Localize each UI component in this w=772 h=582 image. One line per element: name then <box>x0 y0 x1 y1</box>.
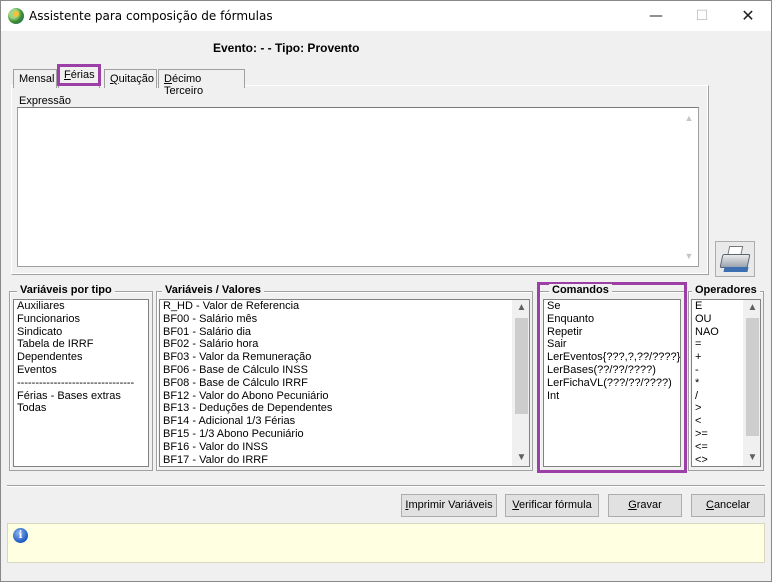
list-item[interactable]: BF14 - Adicional 1/3 Férias <box>160 415 529 428</box>
expression-label: Expressão <box>19 95 71 107</box>
variables-by-type-panel: Variáveis por tipo Auxiliares Funcionari… <box>9 284 153 471</box>
list-item[interactable]: Funcionarios <box>14 313 148 326</box>
list-item[interactable]: R_HD - Valor de Referencia <box>160 300 529 313</box>
chevron-down-icon[interactable]: ▼ <box>513 450 529 466</box>
tab-ferias[interactable]: Férias <box>57 64 101 88</box>
expression-scrollbar[interactable]: ▲ ▼ <box>681 109 697 265</box>
app-globe-icon <box>8 8 24 24</box>
printer-tray-icon <box>723 267 749 272</box>
tab-ferias-highlight <box>57 64 101 86</box>
maximize-button[interactable]: ☐ <box>679 1 725 31</box>
tab-quitacao-label: uitação <box>118 73 155 85</box>
save-label: ravar <box>636 499 662 511</box>
list-item[interactable]: BF17 - Valor do IRRF <box>160 454 529 466</box>
list-item[interactable]: BF02 - Salário hora <box>160 338 529 351</box>
info-icon: i <box>13 528 28 543</box>
commands-panel: Comandos Se Enquanto Repetir Sair LerEve… <box>539 284 685 471</box>
list-item[interactable]: LerFichaVL(???/??/????) <box>544 377 680 390</box>
tab-mensal[interactable]: Mensal <box>13 69 57 88</box>
variables-values-scrollbar[interactable]: ▲ ▼ <box>512 300 529 466</box>
operators-list[interactable]: E OU NAO = + - * / > < >= <= <> ▲ ▼ <box>691 299 761 467</box>
list-item[interactable]: BF00 - Salário mês <box>160 313 529 326</box>
operators-title: Operadores <box>692 284 760 297</box>
scroll-up-icon[interactable]: ▲ <box>681 111 697 125</box>
formula-assistant-window: Assistente para composição de fórmulas —… <box>0 0 772 582</box>
list-item[interactable]: BF16 - Valor do INSS <box>160 441 529 454</box>
tab-quitacao[interactable]: Quitação <box>104 69 157 88</box>
list-item[interactable]: Férias - Bases extras <box>14 390 148 403</box>
tab-quitacao-mnemonic: Q <box>110 73 119 85</box>
verify-formula-mnemonic: V <box>512 499 519 511</box>
print-variables-label: mprimir Variáveis <box>408 499 493 511</box>
verify-formula-label: erificar fórmula <box>518 499 592 511</box>
event-type-label: Evento: - - Tipo: Provento <box>213 41 360 55</box>
cancel-mnemonic: C <box>705 499 714 511</box>
list-item[interactable]: Eventos <box>14 364 148 377</box>
list-item[interactable]: LerBases(??/??/????) <box>544 364 680 377</box>
list-item[interactable]: Auxiliares <box>14 300 148 313</box>
tab-decimo-mnemonic: D <box>164 73 172 85</box>
chevron-down-icon[interactable]: ▼ <box>744 450 760 466</box>
save-button[interactable]: Gravar <box>608 494 682 517</box>
list-item[interactable]: BF13 - Deduções de Dependentes <box>160 402 529 415</box>
scrollbar-thumb[interactable] <box>746 318 759 436</box>
chevron-up-icon[interactable]: ▲ <box>513 300 529 316</box>
tab-decimo-terceiro[interactable]: Décimo Terceiro <box>158 69 245 97</box>
list-item[interactable]: Todas <box>14 402 148 415</box>
commands-title: Comandos <box>549 284 612 297</box>
commands-list[interactable]: Se Enquanto Repetir Sair LerEventos{???,… <box>543 299 681 467</box>
scroll-down-icon[interactable]: ▼ <box>681 249 697 263</box>
tab-mensal-label: Mensal <box>19 73 55 85</box>
list-item[interactable]: Enquanto <box>544 313 680 326</box>
list-item[interactable]: Tabela de IRRF <box>14 338 148 351</box>
variables-by-type-list[interactable]: Auxiliares Funcionarios Sindicato Tabela… <box>13 299 149 467</box>
expression-textarea[interactable]: ▲ ▼ <box>17 107 699 267</box>
separator-line <box>7 485 765 487</box>
variables-values-title: Variáveis / Valores <box>162 284 265 297</box>
list-separator: -------------------------------- <box>17 376 135 389</box>
title-bar: Assistente para composição de fórmulas —… <box>1 1 771 31</box>
variables-values-list[interactable]: R_HD - Valor de Referencia BF00 - Salári… <box>159 299 530 467</box>
variables-by-type-title: Variáveis por tipo <box>17 284 115 297</box>
list-item[interactable]: BF01 - Salário dia <box>160 326 529 339</box>
close-button[interactable]: ✕ <box>725 1 771 31</box>
list-item[interactable]: Dependentes <box>14 351 148 364</box>
save-mnemonic: G <box>628 499 637 511</box>
list-item[interactable]: BF08 - Base de Cálculo IRRF <box>160 377 529 390</box>
list-item[interactable]: Sindicato <box>14 326 148 339</box>
list-item[interactable]: Se <box>544 300 680 313</box>
list-item[interactable]: BF12 - Valor do Abono Pecuniário <box>160 390 529 403</box>
variables-values-panel: Variáveis / Valores R_HD - Valor de Refe… <box>156 284 533 471</box>
cancel-label: ancelar <box>713 499 751 511</box>
verify-formula-button[interactable]: Verificar fórmula <box>505 494 599 517</box>
scrollbar-thumb[interactable] <box>515 318 528 414</box>
operators-scrollbar[interactable]: ▲ ▼ <box>743 300 760 466</box>
chevron-up-icon[interactable]: ▲ <box>744 300 760 316</box>
list-item[interactable]: Repetir <box>544 326 680 339</box>
cancel-button[interactable]: Cancelar <box>691 494 765 517</box>
operators-panel: Operadores E OU NAO = + - * / > < >= <= … <box>688 284 764 471</box>
printer-icon <box>719 254 751 268</box>
list-item[interactable]: BF15 - 1/3 Abono Pecuniário <box>160 428 529 441</box>
window-title: Assistente para composição de fórmulas <box>29 9 273 23</box>
list-item[interactable]: BF03 - Valor da Remuneração <box>160 351 529 364</box>
print-variables-button[interactable]: Imprimir Variáveis <box>401 494 497 517</box>
print-button[interactable] <box>715 241 755 277</box>
list-item[interactable]: Int <box>544 390 680 403</box>
status-bar: i <box>7 523 765 563</box>
minimize-button[interactable]: — <box>633 1 679 31</box>
list-item[interactable]: Sair <box>544 338 680 351</box>
list-item[interactable]: BF06 - Base de Cálculo INSS <box>160 364 529 377</box>
list-item[interactable]: LerEventos{???,?,??/????} <box>544 351 680 364</box>
